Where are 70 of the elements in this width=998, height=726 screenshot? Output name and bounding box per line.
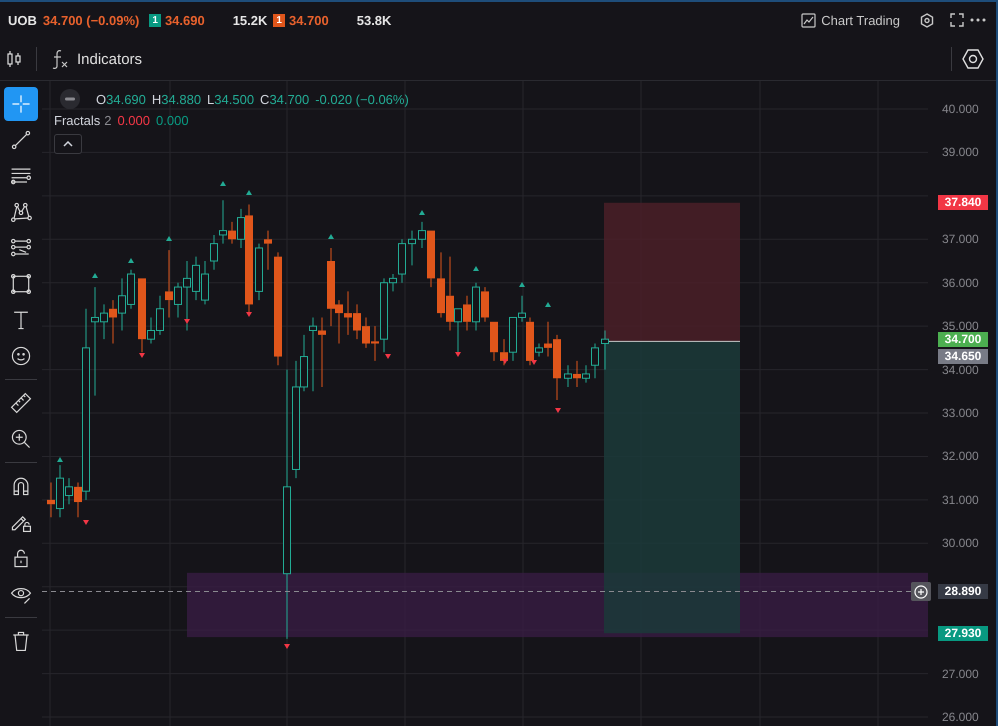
fractal-marker — [455, 352, 461, 357]
fractal-marker — [92, 273, 98, 278]
fractal-marker — [545, 302, 551, 307]
symbol-name: UOB — [8, 12, 37, 28]
fractal-marker — [328, 234, 334, 239]
fractal-marker — [284, 644, 290, 649]
indicator-parameter: 2 — [104, 113, 112, 128]
price-tick: 35.000 — [942, 319, 979, 334]
chevron-up-icon — [63, 141, 73, 147]
fractal-marker — [519, 282, 525, 287]
chart-trading-button[interactable]: Chart Trading — [801, 12, 900, 28]
bid-volume: 15.2K — [232, 12, 268, 28]
fullscreen-icon[interactable] — [950, 13, 964, 27]
indicator-name: Fractals — [54, 113, 100, 128]
indicator-value: 0.000 — [117, 113, 150, 128]
price-tick: 32.000 — [942, 449, 979, 464]
fractal-marker — [246, 312, 252, 317]
price-tick: 33.000 — [942, 406, 979, 420]
collapse-button[interactable] — [54, 134, 82, 154]
price-marker: 27.930 — [938, 626, 988, 641]
ohlc-value: C34.700 — [260, 92, 310, 106]
hide-icon[interactable] — [60, 89, 80, 109]
price-tick: 36.000 — [942, 276, 979, 290]
fractal-marker — [502, 359, 508, 364]
chart-trading-icon — [801, 12, 816, 28]
ohlc-value: H34.880 — [152, 92, 202, 106]
last-price: 34.700 (−0.09%) — [42, 12, 140, 28]
fractal-marker — [83, 520, 89, 525]
price-tick: 31.000 — [942, 492, 979, 507]
fractal-marker — [531, 360, 537, 365]
fractal-marker — [184, 319, 190, 324]
ask-size-badge: 1 — [273, 14, 285, 26]
fractal-marker — [419, 210, 425, 215]
candle — [601, 330, 609, 370]
add-button[interactable] — [911, 582, 931, 601]
fractal-marker — [220, 181, 226, 186]
function-icon — [51, 49, 69, 69]
bid-price: 34.690 — [164, 12, 205, 28]
ask-volume: 53.8K — [356, 12, 392, 28]
fractal-marker — [385, 354, 391, 359]
price-tick: 27.000 — [942, 666, 979, 681]
ohlc-value: O34.690 — [96, 92, 146, 106]
price-tick: 34.000 — [942, 362, 979, 377]
ask-price: 34.700 — [288, 12, 329, 28]
settings-icon[interactable] — [920, 12, 934, 28]
price-tick: 26.000 — [942, 710, 979, 724]
price-tick: 30.000 — [942, 536, 979, 550]
price-change: -0.020 (−0.06%) — [315, 92, 409, 106]
candle — [408, 230, 416, 266]
price-marker: 37.840 — [938, 195, 988, 210]
fractal-marker — [555, 408, 561, 413]
indicators-button[interactable]: Indicators — [51, 49, 142, 69]
price-marker: 28.890 — [938, 584, 988, 599]
ohlc-value: L34.500 — [207, 92, 254, 106]
fractal-marker — [57, 457, 63, 462]
fractal-marker — [139, 353, 145, 358]
bid-size-badge: 1 — [149, 14, 161, 26]
price-tick: 40.000 — [942, 102, 979, 116]
fractal-marker — [473, 266, 479, 271]
price-marker: 34.700 — [938, 332, 988, 347]
candlestick-type-icon[interactable] — [6, 50, 22, 68]
fractal-marker — [166, 236, 172, 241]
price-tick: 39.000 — [942, 145, 979, 160]
settings-icon[interactable] — [962, 49, 984, 69]
more-icon[interactable] — [970, 18, 986, 22]
price-tick: 37.000 — [942, 232, 979, 246]
fractal-marker — [246, 190, 252, 195]
indicator-value: 0.000 — [156, 113, 189, 128]
price-marker: 34.650 — [938, 348, 988, 364]
fractal-marker — [128, 258, 134, 263]
